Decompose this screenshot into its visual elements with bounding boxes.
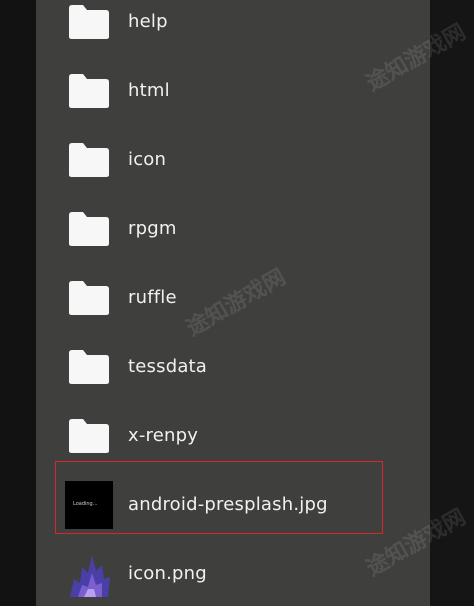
list-item-icon[interactable]: icon <box>36 125 430 194</box>
folder-icon <box>64 273 114 323</box>
thumbnail-text: Loading... <box>73 500 98 507</box>
left-gutter <box>0 0 36 606</box>
list-item-tessdata[interactable]: tessdata <box>36 332 430 401</box>
list-item-android-presplash[interactable]: Loading... android-presplash.jpg <box>36 470 430 539</box>
file-name: android-presplash.jpg <box>128 494 328 515</box>
list-item-rpgm[interactable]: rpgm <box>36 194 430 263</box>
file-name: icon <box>128 149 167 170</box>
file-name: rpgm <box>128 218 177 239</box>
folder-icon <box>64 135 114 185</box>
list-item-html[interactable]: html <box>36 56 430 125</box>
folder-icon <box>64 66 114 116</box>
list-item-x-renpy[interactable]: x-renpy <box>36 401 430 470</box>
file-name: help <box>128 11 168 32</box>
folder-icon <box>64 204 114 254</box>
file-name: ruffle <box>128 287 177 308</box>
image-thumbnail: Loading... <box>64 480 114 530</box>
file-name: x-renpy <box>128 425 199 446</box>
list-item-icon-png[interactable]: icon.png <box>36 539 430 606</box>
folder-icon <box>64 0 114 47</box>
list-item-help[interactable]: help <box>36 0 430 56</box>
list-item-ruffle[interactable]: ruffle <box>36 263 430 332</box>
file-name: tessdata <box>128 356 208 377</box>
app-logo-icon <box>64 549 114 599</box>
folder-icon <box>64 342 114 392</box>
file-name: icon.png <box>128 563 207 584</box>
right-gutter <box>430 0 474 606</box>
file-name: html <box>128 80 170 101</box>
folder-icon <box>64 411 114 461</box>
file-list-panel: help html icon rpgm ruffle tessdata x-re… <box>36 0 430 606</box>
